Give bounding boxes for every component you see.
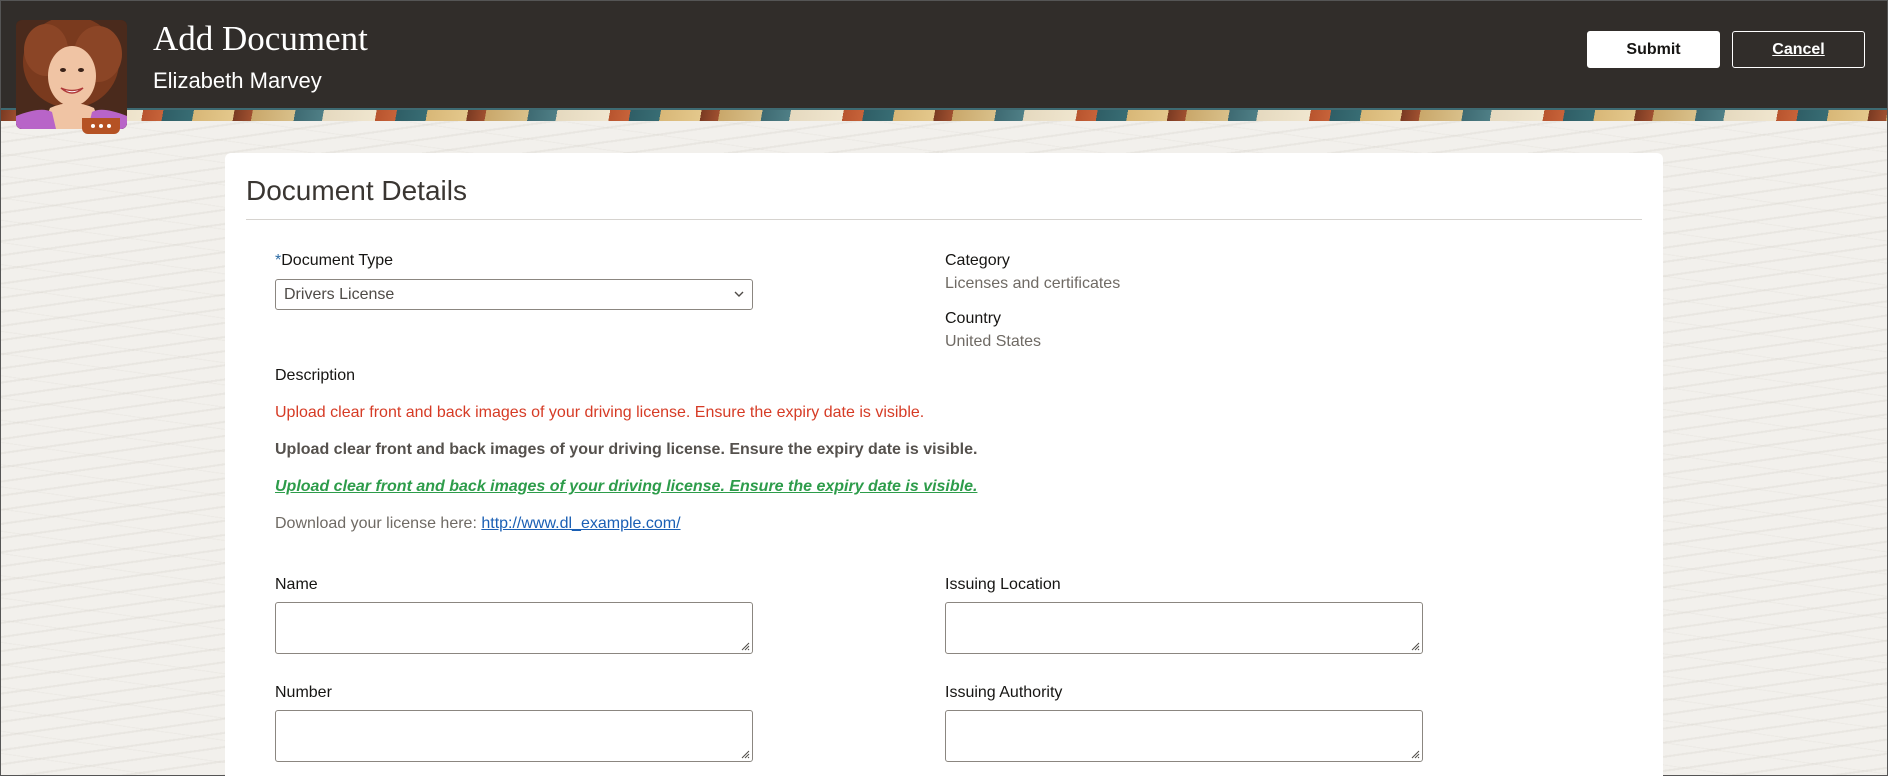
description-line-green: Upload clear front and back images of yo…	[275, 478, 978, 495]
document-details-card: Document Details *Document Type Drivers …	[225, 153, 1663, 776]
issuing-authority-field[interactable]	[945, 710, 1423, 762]
resize-grip-icon[interactable]	[740, 749, 750, 759]
cancel-button-label: Cancel	[1772, 40, 1825, 58]
avatar-photo	[16, 20, 127, 129]
document-type-label: *Document Type	[275, 252, 393, 269]
page-title: Add Document	[153, 19, 368, 58]
resize-grip-icon[interactable]	[1410, 641, 1420, 651]
resize-grip-icon[interactable]	[740, 641, 750, 651]
chevron-down-icon	[734, 291, 744, 297]
name-label: Name	[275, 576, 318, 593]
cancel-button[interactable]: Cancel	[1732, 31, 1865, 68]
section-divider	[246, 219, 1642, 220]
avatar-more-button[interactable]	[82, 118, 120, 134]
download-link[interactable]: http://www.dl_example.com/	[481, 515, 680, 532]
resize-grip-icon[interactable]	[1410, 749, 1420, 759]
submit-button-label: Submit	[1626, 40, 1681, 58]
submit-button[interactable]: Submit	[1587, 31, 1720, 68]
download-text: Download your license here: http://www.d…	[275, 515, 681, 532]
person-name: Elizabeth Marvey	[153, 68, 322, 93]
section-title: Document Details	[246, 175, 467, 206]
country-label: Country	[945, 310, 1002, 327]
document-type-select[interactable]: Drivers License	[275, 279, 753, 310]
issuing-authority-label: Issuing Authority	[945, 684, 1063, 701]
category-value: Licenses and certificates	[945, 275, 1121, 292]
avatar[interactable]	[16, 20, 127, 129]
name-field[interactable]	[275, 602, 753, 654]
description-label: Description	[275, 367, 356, 384]
dot-icon	[99, 124, 103, 128]
country-value: United States	[945, 333, 1042, 350]
description-line-bold: Upload clear front and back images of yo…	[275, 441, 978, 458]
description-line-red: Upload clear front and back images of yo…	[275, 404, 925, 421]
issuing-location-label: Issuing Location	[945, 576, 1061, 593]
number-label: Number	[275, 684, 332, 701]
number-field[interactable]	[275, 710, 753, 762]
category-label: Category	[945, 252, 1010, 269]
dot-icon	[107, 124, 111, 128]
issuing-location-field[interactable]	[945, 602, 1423, 654]
dot-icon	[91, 124, 95, 128]
header-banner-strip	[1, 108, 1887, 121]
document-type-value: Drivers License	[284, 286, 395, 303]
